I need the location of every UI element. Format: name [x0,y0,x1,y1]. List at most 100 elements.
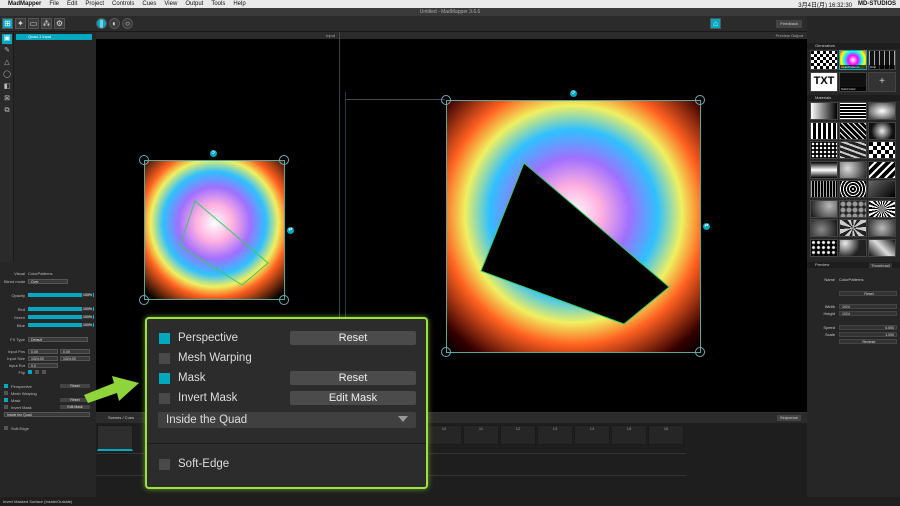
surface-list-item[interactable]: Quad-1 input [16,34,92,40]
material-thumbnail[interactable] [810,102,838,120]
visual-value[interactable]: ColorPatterns [28,271,52,276]
cue-column-13[interactable]: 13 [537,425,573,445]
input-pos-x[interactable]: 0.00 [28,348,58,354]
material-thumbnail[interactable] [810,121,838,140]
triangle-tool-icon[interactable]: △ [2,58,12,68]
menu-app[interactable]: MadMapper [8,1,41,7]
output-corner-handle[interactable] [441,95,451,105]
input-corner-handle[interactable] [139,295,149,305]
cue-column-15[interactable]: 15 [611,425,647,445]
material-thumbnail[interactable] [839,180,867,198]
circle-tool-icon[interactable]: ◯ [2,70,12,80]
pen-tool-icon[interactable]: ✎ [2,46,12,56]
cue-column-12[interactable]: 12 [500,425,536,445]
half-circle-icon[interactable]: ◐ [109,18,120,29]
monitor-icon[interactable]: ▭ [28,18,39,29]
material-thumbnail[interactable] [810,238,838,257]
material-thumbnail[interactable] [868,121,896,140]
red-slider[interactable]: 100% [28,307,94,311]
material-thumbnail[interactable] [810,141,838,159]
output-corner-handle[interactable] [695,95,705,105]
output-icon[interactable]: ⌂ [710,18,721,29]
mask-tool-icon[interactable]: ◧ [2,82,12,92]
material-thumbnail[interactable] [868,238,896,257]
callout-perspective-checkbox[interactable] [159,332,170,344]
flip-v-toggle[interactable] [42,370,46,374]
grid-mode-icon[interactable]: ⊞ [2,18,13,29]
material-thumbnail[interactable] [868,219,896,237]
callout-edit-mask-button[interactable]: Edit Mask [290,391,416,405]
blue-slider[interactable]: 100% [28,323,94,327]
invert-mask-checkbox[interactable] [4,405,8,409]
generators-header[interactable]: Generators [807,43,900,49]
select-tool-icon[interactable]: ▣ [2,34,12,44]
menu-tools[interactable]: Tools [211,1,225,7]
green-slider[interactable]: 100% [28,315,94,319]
material-reset-button[interactable]: Reset [839,290,897,296]
height-field[interactable]: 1024 [839,310,897,316]
input-size-y[interactable]: 1024.00 [60,355,90,361]
material-thumbnail[interactable] [810,180,838,198]
cue-column-14[interactable]: 14 [574,425,610,445]
speed-slider[interactable]: 0.500 [839,324,897,330]
nodes-icon[interactable]: ⁂ [41,18,52,29]
pause-icon[interactable]: ∥ [96,18,107,29]
sequence-button[interactable]: Sequence [776,415,801,421]
mask-shape-output[interactable] [447,101,702,354]
menu-controls[interactable]: Controls [112,1,134,7]
blend-select[interactable]: Over [28,278,68,284]
input-pos-y[interactable]: 0.00 [60,348,90,354]
opacity-slider[interactable]: 100% [28,293,94,297]
feedback-button[interactable]: Feedback [776,20,802,28]
mesh-tool-icon[interactable]: ⊠ [2,94,12,104]
menu-file[interactable]: File [49,1,59,7]
callout-soft-edge-checkbox[interactable] [159,458,170,470]
callout-mask-reset-button[interactable]: Reset [290,371,416,385]
flip-h-toggle[interactable] [35,370,39,374]
output-side-handle[interactable]: ⇄ [703,223,710,230]
checker-thumbnail[interactable] [810,50,838,70]
callout-mesh-checkbox[interactable] [159,352,170,364]
color-patterns-thumbnail[interactable]: ColorPatterns [839,50,867,70]
callout-perspective-reset-button[interactable]: Reset [290,331,416,345]
input-quad[interactable] [144,160,285,300]
name-value[interactable]: ColorPatterns [839,277,863,282]
mesh-checkbox[interactable] [4,391,8,395]
circle-icon[interactable]: ○ [122,18,133,29]
material-thumbnail[interactable] [839,141,867,159]
output-corner-handle[interactable] [441,347,451,357]
perspective-checkbox[interactable] [4,384,8,388]
solid-color-thumbnail[interactable]: Solid Color [839,72,867,92]
material-thumbnail[interactable] [868,102,896,120]
materials-header[interactable]: Materials [807,95,900,101]
scenes-cues-tab[interactable]: Scenes / Cues [108,415,134,420]
edit-mask-button[interactable]: Edit Mask [60,405,90,409]
material-thumbnail[interactable] [868,199,896,218]
add-generator-icon[interactable]: + [868,72,896,92]
width-field[interactable]: 1024 [839,303,897,309]
input-corner-handle[interactable] [279,155,289,165]
flip-toggle[interactable] [28,370,32,374]
material-thumbnail[interactable] [839,102,867,120]
input-corner-handle[interactable] [139,155,149,165]
menu-output[interactable]: Output [185,1,203,7]
mask-mode-select[interactable]: Inside the Quad [4,411,90,417]
callout-invert-mask-checkbox[interactable] [159,392,170,404]
bulb-icon[interactable]: ✦ [15,18,26,29]
menu-cues[interactable]: Cues [142,1,156,7]
reverse-button[interactable]: Reverse [839,338,897,344]
input-side-handle[interactable]: ⇄ [287,227,294,234]
input-rot-field[interactable]: 0.0 [28,362,58,368]
menu-edit[interactable]: Edit [67,1,77,7]
output-rotate-handle[interactable]: ⟳ [570,90,577,97]
material-thumbnail[interactable] [839,238,867,257]
cue-column-11[interactable]: 11 [463,425,499,445]
mask-checkbox[interactable] [4,398,8,402]
menu-view[interactable]: View [164,1,177,7]
account-name[interactable]: MD-STUDIOS [858,1,896,7]
gear-icon[interactable]: ⚙ [54,18,65,29]
menu-help[interactable]: Help [233,1,245,7]
input-rotate-handle[interactable]: ⟳ [210,150,217,157]
material-thumbnail[interactable] [868,160,896,179]
scale-slider[interactable]: 1.000 [839,331,897,337]
